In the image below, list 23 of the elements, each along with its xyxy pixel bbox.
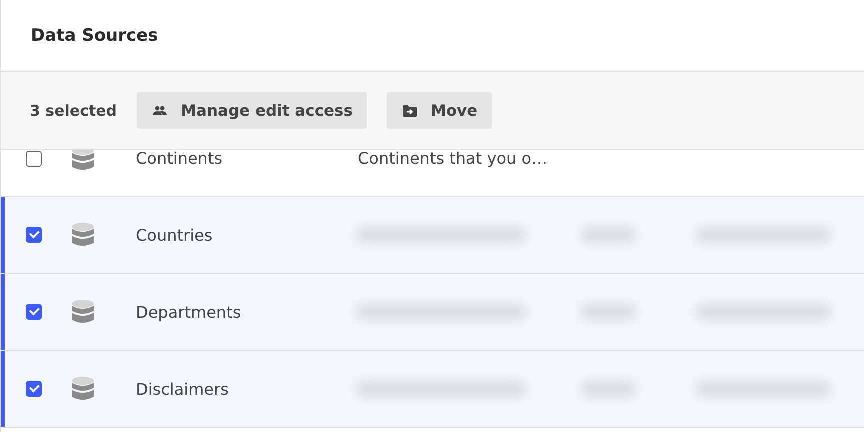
- table-row[interactable]: Disclaimers: [1, 351, 864, 428]
- row-checkbox[interactable]: [26, 227, 42, 243]
- source-name: Continents: [136, 150, 223, 168]
- row-checkbox[interactable]: [26, 381, 42, 397]
- row-checkbox[interactable]: [26, 304, 42, 320]
- database-icon: [72, 223, 94, 247]
- source-name: Disclaimers: [136, 380, 229, 398]
- database-icon: [72, 300, 94, 324]
- table-row[interactable]: Countries: [1, 197, 864, 274]
- database-icon: [72, 377, 94, 401]
- source-description: Continents that you o…: [358, 150, 548, 168]
- source-name: Departments: [136, 302, 242, 322]
- move-button[interactable]: Move: [386, 92, 492, 129]
- folder-arrow-icon: [402, 104, 417, 116]
- table-row[interactable]: Departments: [1, 274, 864, 351]
- table-row[interactable]: Continents Continents that you o…: [1, 150, 864, 197]
- manage-access-button[interactable]: Manage edit access: [137, 92, 367, 129]
- row-checkbox[interactable]: [26, 150, 42, 166]
- selection-count: 3 selected: [30, 102, 118, 120]
- source-name: Countries: [136, 226, 213, 244]
- database-icon: [72, 150, 94, 170]
- page-title: Data Sources: [31, 26, 158, 46]
- people-icon: [153, 106, 168, 116]
